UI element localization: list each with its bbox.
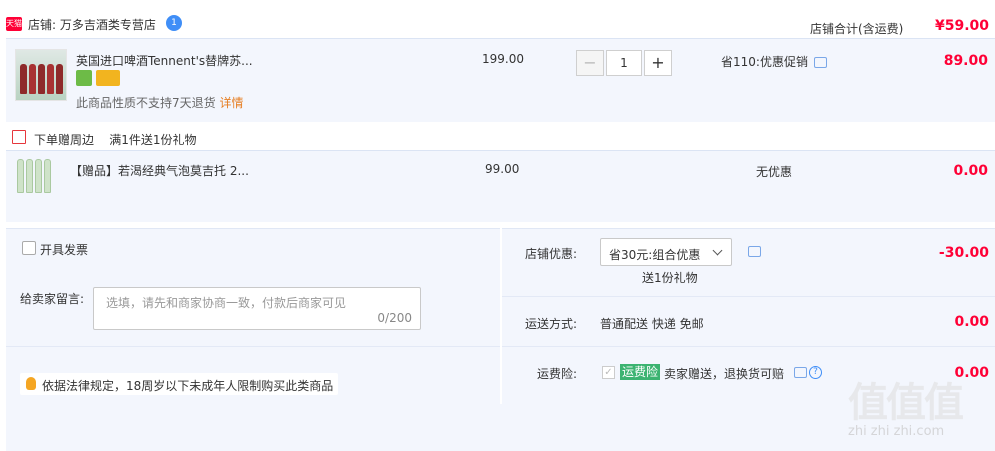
message-label: 给卖家留言: xyxy=(20,292,85,306)
decrease-quantity-button[interactable]: − xyxy=(576,50,604,76)
item-note: 此商品性质不支持7天退货 详情 xyxy=(76,94,243,111)
divider xyxy=(6,346,500,347)
gift-rule: 满1件送1份礼物 xyxy=(109,133,197,147)
service-icon xyxy=(76,70,92,86)
watermark-site: zhi zhi zhi.com xyxy=(848,424,945,439)
invoice-checkbox[interactable] xyxy=(22,241,36,255)
chevron-down-icon xyxy=(712,245,723,256)
lightbulb-icon xyxy=(26,377,36,390)
age-notice-text: 依据法律规定，18周岁以下未成年人限制购买此类商品 xyxy=(42,379,334,393)
char-counter: 0/200 xyxy=(377,311,412,325)
card-icon xyxy=(96,70,120,86)
promo-text: 省110:优惠促销 xyxy=(721,55,808,69)
help-icon[interactable]: ? xyxy=(809,366,822,379)
item-amount: 89.00 xyxy=(943,53,988,69)
gift-icon xyxy=(12,130,26,144)
shop-discount-value: 省30元:组合优惠 xyxy=(609,248,701,262)
insurance-label: 运费险: xyxy=(537,367,578,381)
promo-text: 无优惠 xyxy=(756,165,793,179)
shop-name[interactable]: 店铺: 万多吉酒类专营店 xyxy=(28,16,156,33)
gift-sub-label: 送1份礼物 xyxy=(642,271,698,285)
insurance-checkbox[interactable]: ✓ xyxy=(602,366,615,379)
gift-item-title[interactable]: 【赠品】若渴经典气泡莫吉托 2... xyxy=(70,162,249,179)
increase-quantity-button[interactable]: + xyxy=(644,50,672,76)
insurance-badge: 运费险 xyxy=(620,364,661,380)
quantity-stepper: − 1 + xyxy=(576,50,672,76)
unit-price: 199.00 xyxy=(482,52,524,66)
shop-discount-label: 店铺优惠: xyxy=(525,247,578,261)
insurance-desc: 卖家赠送，退换货可赔 xyxy=(664,367,785,381)
tmall-badge: 天猫 xyxy=(6,17,22,31)
product-thumbnail[interactable] xyxy=(15,49,67,101)
shipping-label: 运送方式: xyxy=(525,317,578,331)
gift-bar: 下单赠周边 满1件送1份礼物 xyxy=(6,122,995,150)
shop-discount-amount: -30.00 xyxy=(938,245,989,261)
gift-title: 下单赠周边 xyxy=(34,133,95,147)
watermark-logo: 值值值 xyxy=(848,380,964,426)
cart-item-row: 【赠品】若渴经典气泡莫吉托 2... 99.00 无优惠 0.00 xyxy=(6,150,995,222)
message-textarea[interactable]: 选填，请先和商家协商一致，付款后商家可见 0/200 xyxy=(93,287,421,330)
chat-icon[interactable]: 1 xyxy=(166,15,182,31)
comment-icon[interactable] xyxy=(748,246,761,257)
item-amount: 0.00 xyxy=(953,163,988,179)
quantity-input[interactable]: 1 xyxy=(606,50,642,76)
total-label: 店铺合计(含运费) xyxy=(810,22,904,36)
comment-icon[interactable] xyxy=(814,57,827,68)
item-title[interactable]: 英国进口啤酒Tennent's替牌苏... xyxy=(76,52,253,69)
total-value: ¥59.00 xyxy=(935,18,990,34)
gift-label: 下单赠周边 满1件送1份礼物 xyxy=(34,131,197,148)
message-placeholder: 选填，请先和商家协商一致，付款后商家可见 xyxy=(106,296,347,310)
shipping-amount: 0.00 xyxy=(954,314,989,330)
details-link[interactable]: 详情 xyxy=(219,96,243,110)
invoice-label[interactable]: 开具发票 xyxy=(40,241,88,258)
comment-icon[interactable] xyxy=(794,367,807,378)
divider xyxy=(502,346,995,347)
gift-thumbnail[interactable] xyxy=(15,157,67,199)
unit-price: 99.00 xyxy=(485,162,520,176)
shop-discount-select[interactable]: 省30元:组合优惠 xyxy=(600,238,732,266)
total-bar xyxy=(6,404,995,451)
age-notice: 依据法律规定，18周岁以下未成年人限制购买此类商品 xyxy=(20,373,338,395)
return-policy-text: 此商品性质不支持7天退货 xyxy=(76,96,216,110)
divider xyxy=(502,296,995,297)
cart-item-row: 英国进口啤酒Tennent's替牌苏... 此商品性质不支持7天退货 详情 19… xyxy=(6,38,995,122)
shipping-value: 普通配送 快递 免邮 xyxy=(600,317,704,331)
